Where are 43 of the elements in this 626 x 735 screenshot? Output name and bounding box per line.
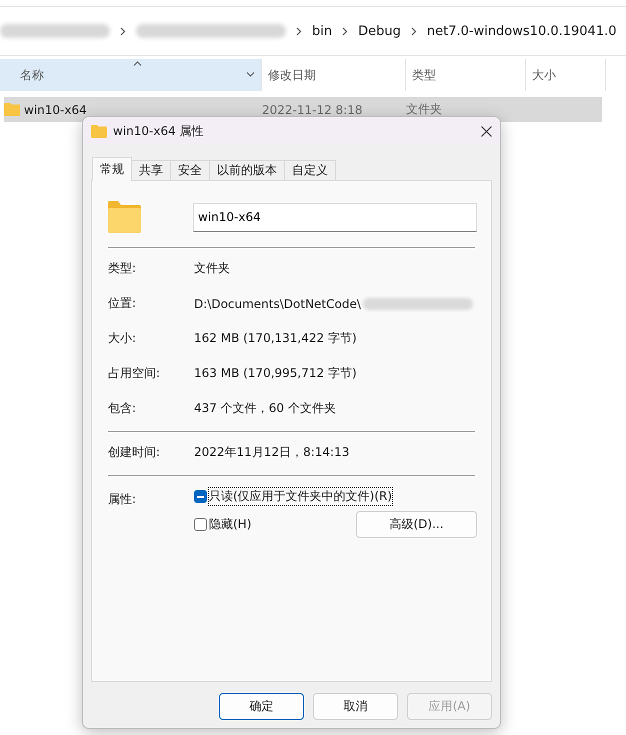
breadcrumb-item[interactable]: Debug [358, 24, 401, 38]
dropdown-chevron-icon[interactable] [246, 72, 255, 77]
property-value: 文件夹 [194, 260, 230, 277]
property-value: D:\Documents\DotNetCode\ [194, 296, 361, 310]
name-field[interactable]: win10-x64 [193, 202, 477, 232]
file-type: 文件夹 [406, 101, 443, 118]
property-label: 属性: [108, 491, 138, 508]
tab[interactable]: 自定义 [284, 160, 336, 181]
column-header[interactable]: 大小 [526, 59, 606, 91]
dialog-button[interactable]: 确定 [219, 693, 304, 720]
breadcrumb-item[interactable]: net7.0-windows10.0.19041.0 [426, 24, 617, 38]
checkbox-label[interactable]: 只读(仅应用于文件夹中的文件)(R) [209, 488, 392, 505]
property-label: 位置: [108, 295, 138, 312]
tab[interactable]: 常规 [92, 157, 132, 181]
property-label: 占用空间: [108, 365, 162, 382]
property-value: 437 个文件，60 个文件夹 [194, 400, 336, 417]
chevron-right-icon [120, 26, 126, 36]
advanced-button[interactable]: 高级(D)... [356, 511, 477, 538]
checkbox-label[interactable]: 隐藏(H) [209, 516, 252, 533]
chevron-right-icon [296, 26, 302, 36]
chevron-right-icon [410, 26, 417, 36]
modified-date: 2022-11-12 8:18 [262, 102, 364, 116]
checkbox[interactable] [194, 490, 207, 503]
property-label: 大小: [108, 330, 138, 347]
breadcrumb-item[interactable]: bin [312, 24, 332, 38]
chevron-right-icon [342, 26, 348, 36]
checkbox[interactable] [194, 518, 207, 531]
folder-icon [108, 201, 141, 233]
dialog-button[interactable]: 取消 [313, 693, 398, 720]
folder-icon [91, 124, 107, 138]
folder-icon [4, 103, 20, 116]
column-header[interactable]: 名称 [0, 59, 262, 91]
window-title: win10-x64 属性 [113, 122, 205, 140]
property-value: 162 MB (170,131,422 字节) [194, 330, 357, 347]
property-label: 类型: [108, 260, 138, 277]
property-value: 163 MB (170,995,712 字节) [194, 365, 357, 382]
close-icon[interactable] [481, 126, 492, 136]
property-label: 创建时间: [108, 444, 162, 461]
column-header[interactable]: 类型 [406, 59, 526, 91]
column-header[interactable]: 修改日期 [262, 59, 406, 91]
property-value: 2022年11月12日，8:14:13 [194, 444, 350, 461]
file-name: win10-x64 [24, 102, 87, 116]
property-label: 包含: [108, 400, 138, 417]
